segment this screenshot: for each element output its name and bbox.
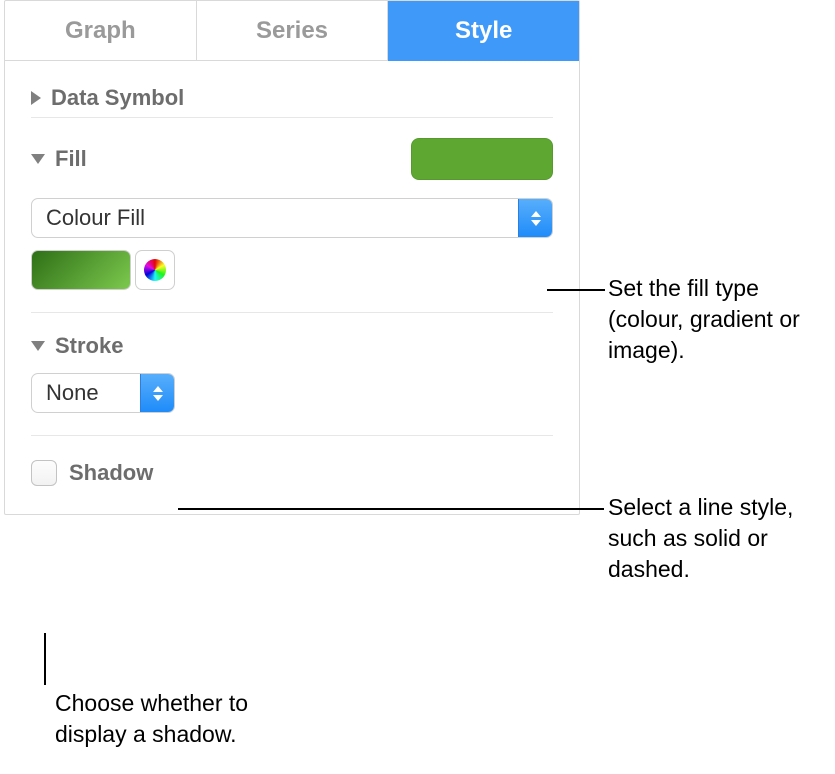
callout-leader-line xyxy=(178,508,604,510)
tab-bar: Graph Series Style xyxy=(5,1,579,61)
tab-graph[interactable]: Graph xyxy=(5,1,197,61)
tab-style-label: Style xyxy=(455,17,512,45)
section-data-symbol: Data Symbol xyxy=(5,61,579,117)
popup-stepper-icon xyxy=(518,199,552,237)
fill-gradient-swatch[interactable] xyxy=(31,250,131,290)
caret-up-icon xyxy=(153,386,163,392)
callout-fill: Set the fill type (colour, gradient or i… xyxy=(608,273,830,366)
inspector-content: Data Symbol Fill Colour Fill xyxy=(5,61,579,514)
section-title-shadow: Shadow xyxy=(69,460,153,486)
shadow-checkbox[interactable] xyxy=(31,460,57,486)
tab-series-label: Series xyxy=(256,17,328,45)
section-stroke: Stroke None xyxy=(5,313,579,435)
section-title-stroke: Stroke xyxy=(55,333,123,359)
tab-style[interactable]: Style xyxy=(388,1,579,61)
stroke-style-popup[interactable]: None xyxy=(31,373,175,413)
chevron-right-icon xyxy=(31,91,41,105)
inspector-panel: Graph Series Style Data Symbol Fill Colo… xyxy=(4,0,580,515)
callout-stroke: Select a line style, such as solid or da… xyxy=(608,492,833,585)
popup-stepper-icon xyxy=(140,374,174,412)
tab-graph-label: Graph xyxy=(65,17,136,45)
tab-series[interactable]: Series xyxy=(197,1,389,61)
stroke-style-popup-label: None xyxy=(32,374,140,412)
callout-shadow: Choose whether to display a shadow. xyxy=(55,688,315,750)
section-header-stroke[interactable]: Stroke xyxy=(31,333,553,359)
section-title-data-symbol: Data Symbol xyxy=(51,85,184,111)
section-header-fill[interactable]: Fill xyxy=(31,138,553,180)
caret-down-icon xyxy=(531,220,541,226)
section-fill: Fill Colour Fill xyxy=(5,118,579,312)
callout-leader-line xyxy=(44,633,46,685)
fill-type-popup-label: Colour Fill xyxy=(32,199,518,237)
chevron-down-icon xyxy=(31,154,45,164)
callout-leader-line xyxy=(547,289,605,291)
caret-up-icon xyxy=(531,211,541,217)
color-picker-button[interactable] xyxy=(135,250,175,290)
caret-down-icon xyxy=(153,395,163,401)
shadow-row: Shadow xyxy=(31,460,553,486)
fill-type-popup[interactable]: Colour Fill xyxy=(31,198,553,238)
chevron-down-icon xyxy=(31,341,45,351)
fill-gradient-row xyxy=(31,250,553,290)
fill-color-well[interactable] xyxy=(411,138,553,180)
section-shadow: Shadow xyxy=(5,436,579,496)
section-title-fill: Fill xyxy=(55,146,87,172)
color-wheel-icon xyxy=(144,259,166,281)
section-header-data-symbol[interactable]: Data Symbol xyxy=(31,85,553,111)
